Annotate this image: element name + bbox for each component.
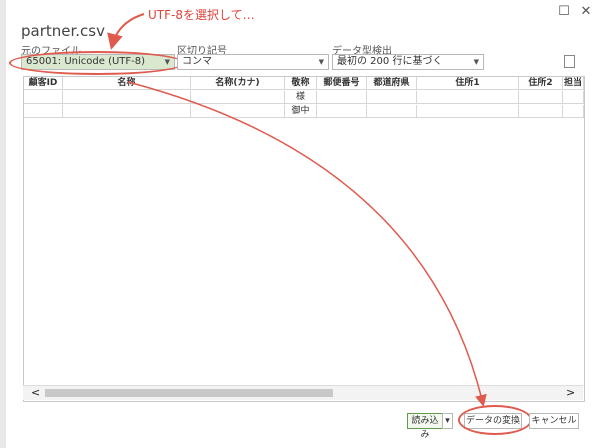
annotation-arrows xyxy=(107,13,487,407)
annotation-arrow-long xyxy=(127,81,487,407)
annotation-arrow-short xyxy=(107,13,145,50)
